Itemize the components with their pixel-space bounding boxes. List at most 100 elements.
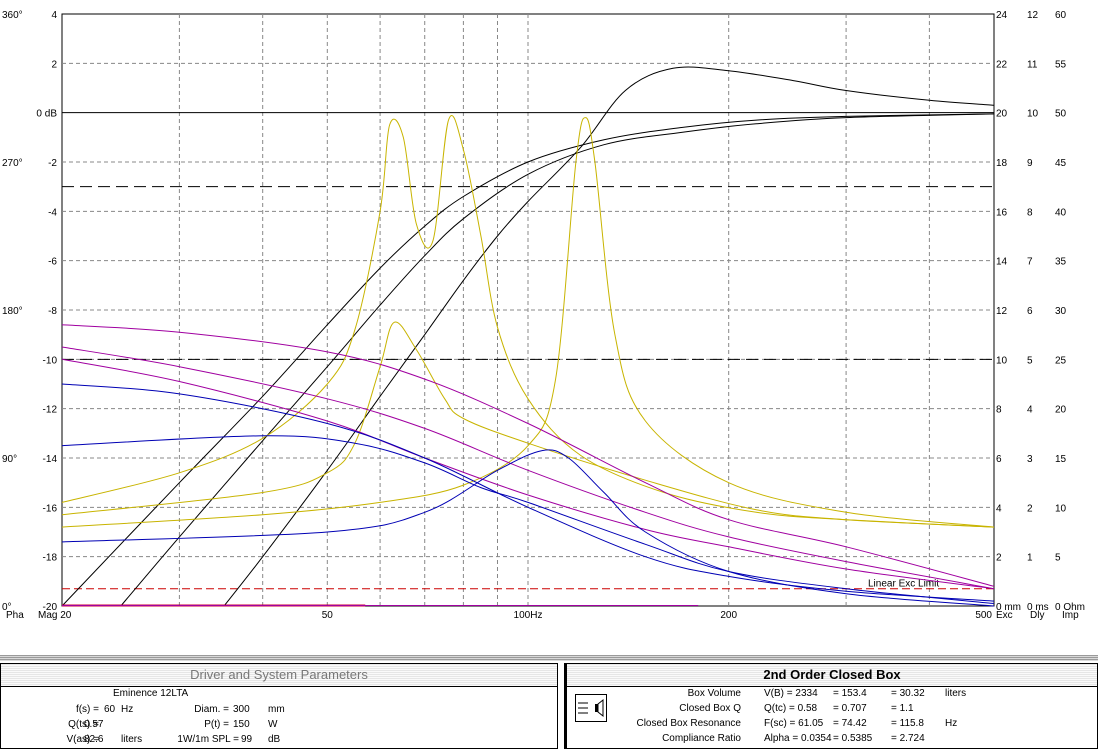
closed-box-panel-title: 2nd Order Closed Box: [567, 664, 1097, 687]
x-tick-label: 500: [975, 610, 992, 621]
box-param-value[interactable]: F(sc) = 61.05: [764, 718, 823, 729]
excursion-tick-label: 4: [996, 503, 1002, 514]
box-param-value[interactable]: Alpha = 0.0354: [764, 733, 832, 744]
param-unit: W: [268, 719, 278, 730]
grid-lines: [61, 13, 995, 607]
excursion-tick-label: 10: [996, 355, 1008, 366]
excursion-tick-label: 2: [996, 553, 1002, 564]
excursion-tick-label: 6: [996, 454, 1002, 465]
box-param-value[interactable]: = 30.32: [891, 688, 925, 699]
mag-tick-label: -14: [43, 454, 58, 465]
speaker-box-icon[interactable]: [575, 694, 607, 722]
x-tick-label: 50: [322, 610, 334, 621]
magnitude-curve: [120, 113, 995, 607]
phase-tick-label: 180°: [2, 306, 23, 317]
impedance-tick-label: 20: [1055, 405, 1067, 416]
excursion-tick-label: 24: [996, 10, 1008, 21]
impedance-tick-label: 45: [1055, 158, 1067, 169]
magnitude-curve: [223, 66, 995, 607]
delay-tick-label: 2: [1027, 503, 1033, 514]
box-param-value[interactable]: Q(tc) = 0.58: [764, 703, 817, 714]
excursion-tick-label: 22: [996, 59, 1008, 70]
box-param-value[interactable]: = 0.5385: [833, 733, 872, 744]
x-tick-label: Mag 20: [38, 610, 72, 621]
mag-tick-label: -16: [43, 503, 58, 514]
mag-tick-label: -18: [43, 553, 58, 564]
mag-tick-label: -2: [48, 158, 57, 169]
impedance-tick-label: 10: [1055, 503, 1067, 514]
mag-tick-label: -4: [48, 207, 57, 218]
param-unit: mm: [268, 704, 285, 715]
mag-tick-label: 4: [51, 10, 57, 21]
excursion-tick-label: 20: [996, 109, 1008, 120]
param-label: P(t) =: [204, 719, 229, 730]
param-unit: Hz: [121, 704, 134, 715]
excursion-tick-label: 14: [996, 257, 1008, 268]
phase-tick-label: 90°: [2, 454, 17, 465]
param-label: f(s) =: [75, 704, 99, 715]
panel-divider: [0, 655, 1098, 661]
param-value[interactable]: 300: [233, 704, 250, 715]
excursion-tick-label: 16: [996, 207, 1008, 218]
phase-tick-label: 270°: [2, 158, 23, 169]
impedance-tick-label: 30: [1055, 306, 1067, 317]
box-param-value[interactable]: V(B) = 2334: [764, 688, 818, 699]
box-param-label: Closed Box Resonance: [636, 718, 741, 729]
delay-axis-label: Dly: [1030, 610, 1044, 621]
param-unit: liters: [121, 734, 143, 745]
box-param-label: Compliance Ratio: [662, 733, 741, 744]
param-value[interactable]: 99: [241, 734, 252, 745]
box-param-unit: Hz: [945, 718, 958, 729]
box-param-value[interactable]: = 0.707: [833, 703, 867, 714]
delay-tick-label: 9: [1027, 158, 1033, 169]
impedance-tick-label: 5: [1055, 553, 1061, 564]
impedance-tick-label: 55: [1055, 59, 1067, 70]
box-param-value[interactable]: = 153.4: [833, 688, 867, 699]
param-value[interactable]: 82.6: [84, 734, 103, 745]
speaker-icon: [578, 698, 604, 718]
delay-tick-label: 12: [1027, 10, 1039, 21]
excursion-axis-label: Exc: [996, 610, 1013, 621]
param-unit: dB: [268, 734, 281, 745]
delay-tick-label: 10: [1027, 109, 1039, 120]
impedance-tick-label: 50: [1055, 109, 1067, 120]
mag-tick-label: 2: [51, 59, 57, 70]
mag-tick-label: -10: [43, 355, 58, 366]
excursion-tick-label: 12: [996, 306, 1008, 317]
delay-tick-label: 6: [1027, 306, 1033, 317]
excursion-tick-label: 18: [996, 158, 1008, 169]
impedance-tick-label: 15: [1055, 454, 1067, 465]
param-value[interactable]: 150: [233, 719, 250, 730]
delay-tick-label: 1: [1027, 553, 1033, 564]
driver-name: Eminence 12LTA: [113, 688, 189, 699]
tick-labels: 420 dB-2-4-6-8-10-12-14-16-18-20360°270°…: [2, 10, 1085, 621]
delay-tick-label: 7: [1027, 257, 1033, 268]
phase-axis-label: Pha: [6, 610, 24, 621]
impedance-tick-label: 60: [1055, 10, 1067, 21]
box-param-label: Closed Box Q: [679, 703, 741, 714]
driver-panel-title: Driver and System Parameters: [1, 664, 557, 687]
param-label: Diam. =: [194, 704, 229, 715]
box-param-value[interactable]: = 115.8: [891, 718, 924, 729]
box-param-label: Box Volume: [687, 688, 741, 699]
closed-box-panel: 2nd Order Closed Box Box Volume V(B) = 2…: [564, 663, 1098, 749]
delay-tick-label: 5: [1027, 355, 1033, 366]
mag-tick-label: -6: [48, 257, 57, 268]
box-param-value[interactable]: = 2.724: [891, 733, 925, 744]
impedance-tick-label: 40: [1055, 207, 1067, 218]
mag-tick-label: -12: [43, 405, 58, 416]
param-value[interactable]: 60: [104, 704, 115, 715]
x-tick-label: 100Hz: [514, 610, 543, 621]
impedance-axis-label: Imp: [1062, 610, 1079, 621]
delay-tick-label: 11: [1027, 59, 1038, 70]
phase-tick-label: 360°: [2, 10, 23, 21]
frequency-response-chart: Linear Exc Limit 420 dB-2-4-6-8-10-12-14…: [2, 10, 1085, 621]
excursion-tick-label: 8: [996, 405, 1002, 416]
param-value[interactable]: 0.57: [84, 719, 103, 730]
box-param-value[interactable]: = 1.1: [891, 703, 914, 714]
delay-tick-label: 4: [1027, 405, 1033, 416]
phase-curve: [61, 346, 995, 590]
driver-parameters-panel: Driver and System Parameters Eminence 12…: [0, 663, 558, 749]
param-label: 1W/1m SPL =: [177, 734, 239, 745]
box-param-value[interactable]: = 74.42: [833, 718, 867, 729]
